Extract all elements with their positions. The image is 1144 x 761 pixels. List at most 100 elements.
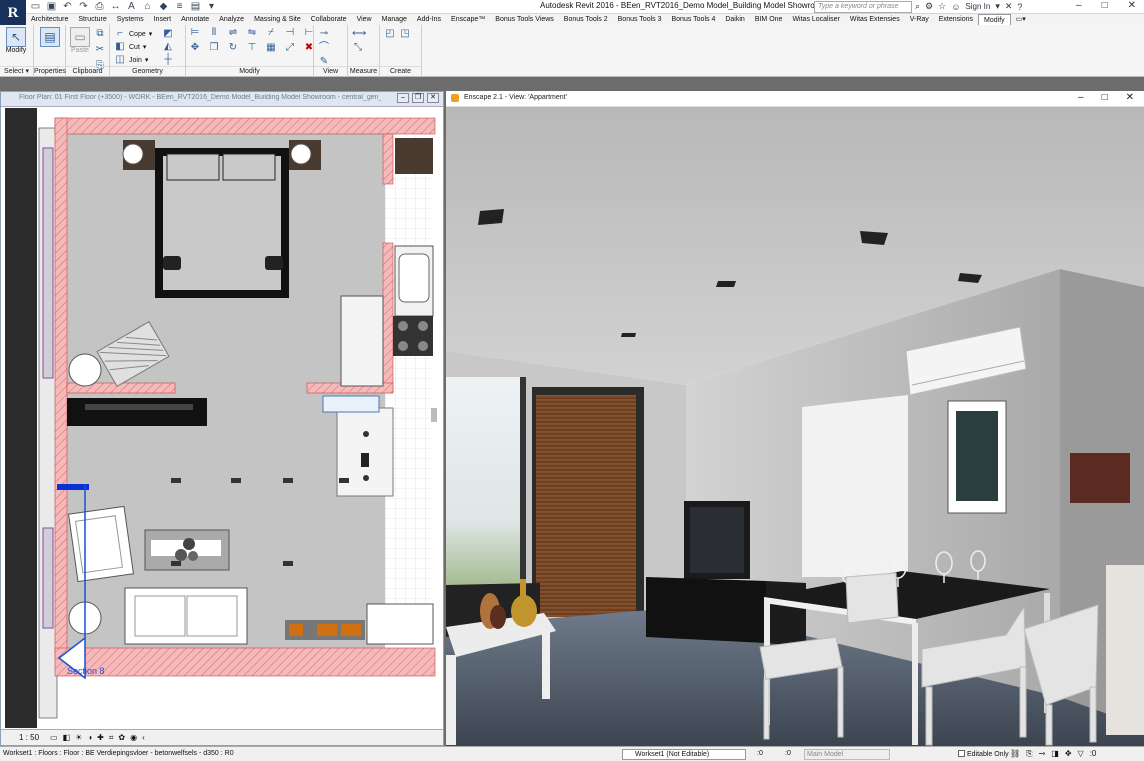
- paste-button[interactable]: ▭ Paste: [68, 25, 92, 63]
- offset-icon[interactable]: ⫴: [208, 27, 220, 39]
- chevron-down-icon[interactable]: ▾: [995, 1, 1000, 12]
- shadows-icon[interactable]: ◑: [87, 733, 92, 742]
- measure-icon[interactable]: ↔: [110, 1, 121, 12]
- tab-bonus-tools-4[interactable]: Bonus Tools 4: [667, 14, 721, 25]
- minimize-icon[interactable]: –: [1076, 0, 1082, 11]
- editable-only-checkbox[interactable]: Editable Only: [958, 750, 1009, 758]
- copy-icon[interactable]: ⧉: [94, 28, 106, 40]
- open-icon[interactable]: ▭: [30, 1, 41, 12]
- section-label[interactable]: Section 8: [67, 666, 105, 676]
- hide-isolate-icon[interactable]: ✿: [118, 733, 125, 742]
- close-icon[interactable]: ✕: [1128, 0, 1136, 11]
- scale-icon[interactable]: ⤢: [284, 42, 296, 54]
- properties-button[interactable]: ▤: [38, 25, 62, 63]
- scale-selector[interactable]: 1 : 50: [19, 733, 39, 742]
- tab-view[interactable]: View: [352, 14, 377, 25]
- trim-icon[interactable]: ⊣: [284, 27, 296, 39]
- paint-icon[interactable]: ◭: [162, 41, 174, 53]
- filter-icon[interactable]: ▽: [1078, 749, 1084, 759]
- close-icon[interactable]: ✕: [1126, 92, 1134, 103]
- binoculars-icon[interactable]: ⌕: [915, 1, 920, 12]
- floor-plan-canvas[interactable]: Section 8: [5, 108, 439, 728]
- move-icon[interactable]: ✥: [189, 42, 201, 54]
- tab-annotate[interactable]: Annotate: [176, 14, 214, 25]
- align-icon[interactable]: ⊨: [189, 27, 201, 39]
- select-by-face-icon[interactable]: ◨: [1051, 749, 1059, 759]
- hide-icon[interactable]: ⌒: [318, 42, 330, 54]
- tab-collaborate[interactable]: Collaborate: [306, 14, 352, 25]
- maximize-icon[interactable]: □: [1102, 0, 1108, 11]
- detail-level-icon[interactable]: ▭: [50, 733, 58, 742]
- thin-lines-icon[interactable]: ≡: [174, 1, 185, 12]
- join-button[interactable]: ◫ Join ▾: [114, 54, 148, 66]
- reveal-icon[interactable]: ◉: [130, 733, 137, 742]
- ribbon-minimize-icon[interactable]: ▭▾: [1011, 14, 1031, 25]
- tab-add-ins[interactable]: Add-Ins: [412, 14, 446, 25]
- split-face-icon[interactable]: ◩: [162, 28, 174, 40]
- select-pinned-icon[interactable]: ⊸: [1039, 749, 1046, 759]
- tab-enscape[interactable]: Enscape™: [446, 14, 490, 25]
- tab-bim-one[interactable]: BIM One: [750, 14, 788, 25]
- switch-windows-icon[interactable]: ▤: [190, 1, 201, 12]
- exchange-icon[interactable]: ✕: [1005, 1, 1013, 12]
- 3d-view-icon[interactable]: ⌂: [142, 1, 153, 12]
- tab-manage[interactable]: Manage: [377, 14, 412, 25]
- tab-daikin[interactable]: Daikin: [720, 14, 749, 25]
- design-option-selector[interactable]: Main Model: [804, 749, 890, 760]
- copy-elements-icon[interactable]: ❐: [208, 42, 220, 54]
- close-icon[interactable]: ✕: [427, 93, 439, 103]
- tab-architecture[interactable]: Architecture: [26, 14, 73, 25]
- tab-bonus-tools-views[interactable]: Bonus Tools Views: [490, 14, 559, 25]
- print-icon[interactable]: ⎙: [94, 1, 105, 12]
- tab-witas-localiser[interactable]: Witas Localiser: [787, 14, 844, 25]
- select-underlay-icon[interactable]: ⎘: [1026, 749, 1032, 759]
- section-icon[interactable]: ◆: [158, 1, 169, 12]
- scroll-left-icon[interactable]: ‹: [142, 733, 145, 742]
- customize-qat-icon[interactable]: ▾: [206, 1, 217, 12]
- crop-icon[interactable]: ⌗: [109, 733, 114, 743]
- user-icon[interactable]: ☺: [951, 2, 960, 12]
- floor-plan-window[interactable]: Floor Plan: 01 First Floor (+3500) - WOR…: [0, 91, 444, 746]
- mirror-axis-icon[interactable]: ⇌: [227, 27, 239, 39]
- tab-massing-site[interactable]: Massing & Site: [249, 14, 306, 25]
- rotate-icon[interactable]: ↻: [227, 42, 239, 54]
- maximize-icon[interactable]: □: [1102, 92, 1108, 103]
- save-icon[interactable]: ▣: [46, 1, 57, 12]
- visual-style-icon[interactable]: ◧: [63, 733, 71, 742]
- create-assembly-icon[interactable]: ◰: [384, 28, 396, 40]
- cut-button[interactable]: ◧ Cut ▾: [114, 41, 146, 53]
- select-dropdown[interactable]: Select ▾: [0, 66, 33, 75]
- redo-icon[interactable]: ↷: [78, 1, 89, 12]
- create-parts-icon[interactable]: ◳: [399, 28, 411, 40]
- tab-bonus-tools-3[interactable]: Bonus Tools 3: [613, 14, 667, 25]
- checkbox-icon[interactable]: [958, 750, 965, 757]
- pin-icon[interactable]: ⊸: [318, 28, 330, 40]
- tab-v-ray[interactable]: V-Ray: [905, 14, 934, 25]
- drag-elements-icon[interactable]: ✥: [1065, 749, 1072, 759]
- select-links-icon[interactable]: ⛓: [1010, 749, 1020, 759]
- sign-in-button[interactable]: Sign In: [965, 2, 990, 11]
- modify-button[interactable]: ↖ Modify: [4, 25, 28, 63]
- array-icon[interactable]: ▦: [265, 42, 277, 54]
- mirror-draw-icon[interactable]: ⇋: [246, 27, 258, 39]
- tab-analyze[interactable]: Analyze: [214, 14, 249, 25]
- favorites-icon[interactable]: ☆: [938, 1, 946, 12]
- text-icon[interactable]: A: [126, 1, 137, 12]
- workset-selector[interactable]: Workset1 (Not Editable): [622, 749, 746, 760]
- tab-bonus-tools-2[interactable]: Bonus Tools 2: [559, 14, 613, 25]
- split-icon[interactable]: ⌿: [265, 27, 277, 39]
- tab-structure[interactable]: Structure: [73, 14, 111, 25]
- measure-distance-icon[interactable]: ⟷: [352, 28, 366, 40]
- application-menu-button[interactable]: R: [0, 0, 26, 28]
- search-input[interactable]: Type a keyword or phrase: [814, 1, 912, 13]
- tab-extensions[interactable]: Extensions: [934, 14, 978, 25]
- tab-insert[interactable]: Insert: [149, 14, 177, 25]
- restore-icon[interactable]: ❐: [412, 93, 424, 103]
- undo-icon[interactable]: ↶: [62, 1, 73, 12]
- render-viewport[interactable]: [446, 107, 1144, 746]
- render-icon[interactable]: ✚: [97, 733, 104, 742]
- minimize-icon[interactable]: –: [1078, 92, 1084, 103]
- sun-path-icon[interactable]: ☀: [75, 733, 82, 742]
- minimize-icon[interactable]: –: [397, 93, 409, 103]
- help-button[interactable]: ?: [1017, 2, 1022, 12]
